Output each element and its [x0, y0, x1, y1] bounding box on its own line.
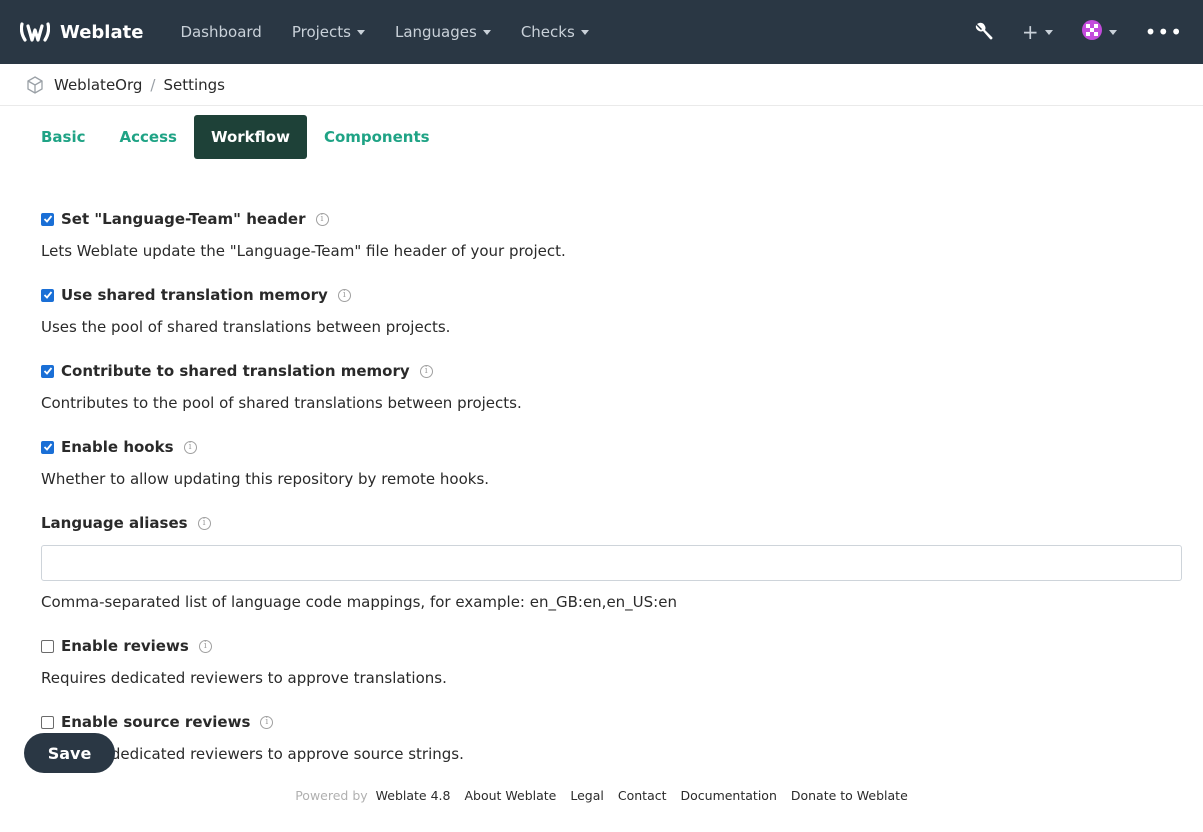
top-navbar: Weblate Dashboard Projects Languages Che… [0, 0, 1203, 64]
language-aliases-input[interactable] [41, 545, 1182, 581]
footer-contact-link[interactable]: Contact [618, 788, 667, 803]
tab-components[interactable]: Components [307, 115, 447, 159]
nav-languages[interactable]: Languages [395, 23, 491, 41]
language-team-checkbox[interactable] [41, 212, 54, 226]
nav-checks-label: Checks [520, 23, 575, 41]
breadcrumb: WeblateOrg / Settings [0, 64, 1203, 106]
nav-checks[interactable]: Checks [521, 23, 589, 41]
tab-workflow[interactable]: Workflow [193, 114, 307, 159]
caret-down-icon [580, 29, 589, 35]
brand[interactable]: Weblate [20, 19, 143, 45]
field-language-aliases: Language aliases i Comma-separated list … [41, 512, 1182, 615]
enable-reviews-help: Requires dedicated reviewers to approve … [41, 669, 447, 687]
avatar [1081, 19, 1103, 45]
use-shared-tm-checkbox[interactable] [41, 288, 54, 302]
nav-projects[interactable]: Projects [292, 23, 365, 41]
footer-documentation-link[interactable]: Documentation [681, 788, 777, 803]
footer-legal-link[interactable]: Legal [570, 788, 604, 803]
plus-icon: + [1021, 20, 1039, 44]
nav-dashboard-label: Dashboard [180, 23, 262, 41]
use-shared-tm-label[interactable]: Use shared translation memory [61, 286, 328, 304]
settings-tabs: Basic Access Workflow Components [0, 106, 1203, 160]
nav-dashboard[interactable]: Dashboard [180, 23, 261, 41]
brand-name: Weblate [60, 21, 144, 43]
info-icon[interactable]: i [198, 639, 212, 653]
breadcrumb-page[interactable]: Settings [163, 76, 225, 94]
project-cube-icon [26, 75, 44, 94]
weblate-logo-icon [20, 19, 50, 45]
workflow-form: Set "Language-Team" header i Lets Weblat… [0, 160, 1203, 767]
tab-basic[interactable]: Basic [24, 115, 103, 159]
language-aliases-label: Language aliases [41, 514, 188, 532]
nav-projects-label: Projects [291, 23, 351, 41]
add-menu-button[interactable]: + [1022, 22, 1053, 42]
wrench-icon[interactable] [974, 22, 994, 42]
caret-down-icon [1108, 29, 1117, 35]
language-aliases-help: Comma-separated list of language code ma… [41, 593, 677, 611]
footer-donate-link[interactable]: Donate to Weblate [791, 788, 908, 803]
enable-source-reviews-checkbox[interactable] [41, 715, 54, 729]
footer: Powered by Weblate 4.8 About Weblate Leg… [0, 788, 1203, 803]
info-icon[interactable]: i [315, 212, 329, 226]
field-enable-source-reviews: Enable source reviews i Requires dedicat… [41, 711, 1162, 767]
caret-down-icon [482, 29, 491, 35]
language-team-label[interactable]: Set "Language-Team" header [61, 210, 306, 228]
nav-languages-label: Languages [394, 23, 477, 41]
contribute-shared-tm-checkbox[interactable] [41, 364, 54, 378]
footer-about-link[interactable]: About Weblate [464, 788, 556, 803]
info-icon[interactable]: i [419, 364, 433, 378]
user-menu-button[interactable] [1081, 19, 1117, 45]
caret-down-icon [356, 29, 365, 35]
contribute-shared-tm-help: Contributes to the pool of shared transl… [41, 394, 522, 412]
footer-version-link[interactable]: Weblate 4.8 [376, 788, 451, 803]
more-icon[interactable]: ••• [1145, 20, 1183, 44]
contribute-shared-tm-label[interactable]: Contribute to shared translation memory [61, 362, 410, 380]
enable-source-reviews-help: Requires dedicated reviewers to approve … [41, 745, 464, 763]
enable-reviews-label[interactable]: Enable reviews [61, 637, 189, 655]
info-icon[interactable]: i [183, 440, 197, 454]
enable-hooks-help: Whether to allow updating this repositor… [41, 470, 490, 488]
enable-hooks-label[interactable]: Enable hooks [61, 438, 174, 456]
save-button[interactable]: Save [24, 733, 115, 773]
info-icon[interactable]: i [337, 288, 351, 302]
info-icon[interactable]: i [260, 715, 274, 729]
breadcrumb-separator: / [150, 75, 156, 94]
footer-powered-by: Powered by [295, 788, 368, 803]
language-team-help: Lets Weblate update the "Language-Team" … [41, 242, 566, 260]
breadcrumb-project[interactable]: WeblateOrg [54, 76, 142, 94]
caret-down-icon [1044, 29, 1053, 35]
field-language-team: Set "Language-Team" header i Lets Weblat… [41, 208, 1162, 264]
field-enable-hooks: Enable hooks i Whether to allow updating… [41, 436, 1162, 492]
field-contribute-shared-tm: Contribute to shared translation memory … [41, 360, 1162, 416]
enable-hooks-checkbox[interactable] [41, 440, 54, 454]
tab-access[interactable]: Access [103, 115, 194, 159]
enable-source-reviews-label[interactable]: Enable source reviews [61, 713, 250, 731]
info-icon[interactable]: i [197, 516, 211, 530]
enable-reviews-checkbox[interactable] [41, 639, 54, 653]
field-use-shared-tm: Use shared translation memory i Uses the… [41, 284, 1162, 340]
field-enable-reviews: Enable reviews i Requires dedicated revi… [41, 635, 1162, 691]
use-shared-tm-help: Uses the pool of shared translations bet… [41, 318, 451, 336]
